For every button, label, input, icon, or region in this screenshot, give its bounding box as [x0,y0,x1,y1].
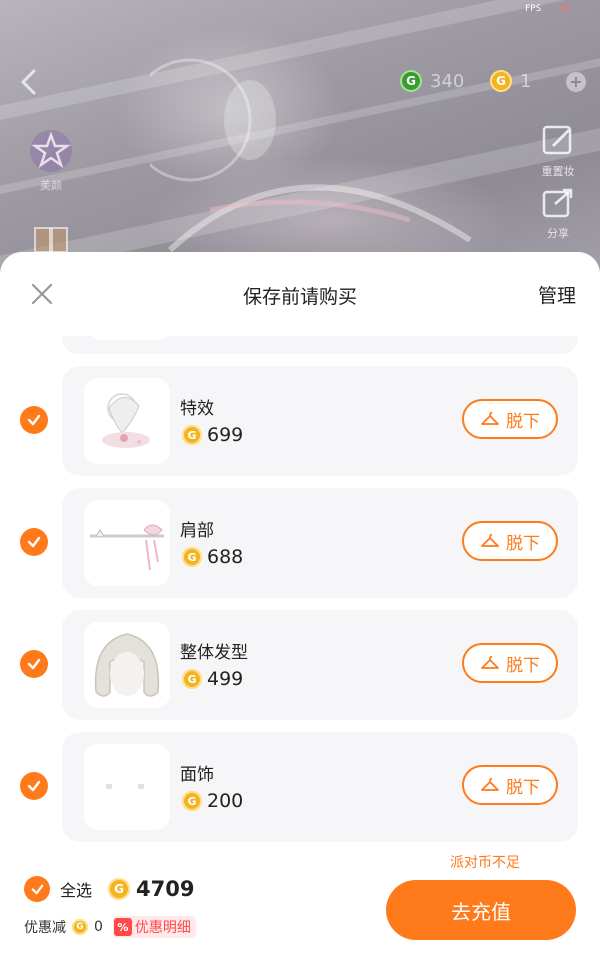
item-name: 肩部 [180,521,214,541]
party-coin-icon: G [182,547,202,567]
list-item: 肩部 G 688 脱下 [0,488,600,600]
take-off-button[interactable]: 脱下 [462,399,558,439]
hanger-icon [481,777,499,791]
purchase-sheet: 保存前请购买 管理 特效 G 699 脱下 肩部 G 688 脱下 整体发型 G… [0,252,600,960]
list-item: 面饰 G 200 脱下 [0,732,600,844]
sheet-header: 保存前请购买 管理 [0,252,600,336]
manage-button[interactable]: 管理 [538,281,576,308]
take-off-button[interactable]: 脱下 [462,521,558,561]
list-item [62,336,578,354]
recharge-button[interactable]: 去充值 [386,880,576,940]
item-price: G 499 [182,668,243,690]
hanger-icon [481,411,499,425]
select-all-label: 全选 [60,881,93,900]
checkmark-icon [27,658,41,670]
back-arrow-icon[interactable] [16,68,44,96]
checkmark-icon [31,884,43,894]
checkmark-icon [27,780,41,792]
list-item: 整体发型 G 499 脱下 [0,610,600,722]
item-checkbox[interactable] [20,406,48,434]
item-price: G 200 [182,790,243,812]
take-off-button[interactable]: 脱下 [462,643,558,683]
share-icon [542,188,573,218]
item-name: 特效 [180,399,214,419]
item-thumbnail-face [84,744,170,830]
item-checkbox[interactable] [20,528,48,556]
party-coin-icon: G [72,919,88,935]
star-badge-icon [30,130,72,172]
sheet-title: 保存前请购买 [242,286,357,308]
reset-makeup-label: 重置妆 [541,165,575,178]
party-coin-icon: G [182,669,202,689]
party-coin-icon: G [108,878,131,900]
discount-row: 优惠减 G 0 % 优惠明细 [24,916,196,938]
gift-icon [34,227,68,253]
item-price: G 688 [182,546,243,568]
item-name: 面饰 [180,765,214,785]
gift-button[interactable] [22,214,80,257]
party-coin-icon: G [490,70,512,92]
g-coin-balance: G 340 [400,70,464,92]
share-button[interactable]: 分享 [536,186,580,241]
edit-icon [542,125,572,155]
hanger-icon [481,655,499,669]
item-name: 整体发型 [180,643,248,663]
party-coin-icon: G [182,791,202,811]
party-coin-icon: G [182,425,202,445]
promo-details-button[interactable]: % 优惠明细 [112,916,196,938]
total-price: G 4709 [108,877,194,901]
select-all-row: 全选 G 4709 [24,876,194,902]
checkmark-icon [27,536,41,548]
add-currency-button[interactable]: + [566,72,586,92]
select-all-checkbox[interactable] [24,876,50,902]
item-card[interactable]: 肩部 G 688 脱下 [62,488,578,598]
item-thumbnail-effect [84,378,170,464]
item-checkbox[interactable] [20,650,48,678]
checkmark-icon [27,414,41,426]
item-list[interactable]: 特效 G 699 脱下 肩部 G 688 脱下 整体发型 G 499 脱下 面饰… [0,336,600,846]
item-checkbox[interactable] [20,772,48,800]
item-thumbnail-hair [84,622,170,708]
item-card[interactable]: 面饰 G 200 脱下 [62,732,578,842]
discount-label: 优惠减 [24,920,66,936]
beauty-label: 美颜 [40,179,62,192]
discount-value: 0 [94,919,103,935]
item-card[interactable]: 整体发型 G 499 脱下 [62,610,578,720]
hanger-icon [481,533,499,547]
g-coin-icon: G [400,70,422,92]
item-thumbnail-shoulder [84,500,170,586]
take-off-button[interactable]: 脱下 [462,765,558,805]
beauty-button[interactable]: 美颜 [22,128,80,193]
item-card[interactable]: 特效 G 699 脱下 [62,366,578,476]
fps-counter: FPS 16 [524,4,570,14]
reset-makeup-button[interactable]: 重置妆 [536,124,580,179]
item-price: G 699 [182,424,243,446]
party-coin-balance: G 1 [490,70,531,92]
list-item: 特效 G 699 脱下 [0,366,600,478]
insufficient-coins-text: 派对币不足 [450,855,520,871]
share-label: 分享 [547,227,569,240]
percent-icon: % [113,918,132,936]
